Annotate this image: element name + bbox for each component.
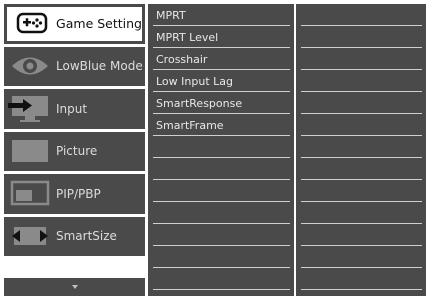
option-row [301,246,422,268]
submenu-item-empty [153,268,290,290]
picture-icon [4,132,56,172]
pip-icon [4,174,56,214]
menu-item-label: LowBlue Mode [56,59,143,74]
menu-item-label: PIP/PBP [56,186,101,201]
option-row [301,48,422,70]
scroll-down-button[interactable] [4,278,145,296]
submenu-item-empty [153,202,290,224]
submenu-item-empty [153,180,290,202]
main-menu: Game Setting LowBlue Mode Input Picture … [4,4,145,296]
option-row [301,158,422,180]
option-row [301,4,422,26]
menu-item-smartsize[interactable]: SmartSize [4,216,145,257]
submenu-item-empty [153,136,290,158]
menu-item-label: Input [56,101,88,116]
menu-item-pip-pbp[interactable]: PIP/PBP [4,174,145,214]
menu-item-label: Picture [56,144,98,159]
submenu-item-empty [153,246,290,268]
submenu-label: Crosshair [156,53,208,66]
option-row [301,136,422,158]
submenu-item-mprt[interactable]: MPRT [153,4,290,26]
submenu-item-mprt-level[interactable]: MPRT Level [153,26,290,48]
osd-menu: Game Setting LowBlue Mode Input Picture … [4,4,426,296]
gamepad-icon [7,7,56,41]
submenu-panel: MPRT MPRT Level Crosshair Low Input Lag … [148,4,294,296]
menu-item-game-setting[interactable]: Game Setting [4,4,145,44]
menu-item-input[interactable]: Input [4,89,145,129]
option-row [301,92,422,114]
submenu-label: SmartFrame [156,119,224,132]
input-icon [4,89,56,129]
smartsize-icon [4,217,56,257]
option-row [301,180,422,202]
option-row [301,224,422,246]
menu-item-label: Game Setting [56,16,142,32]
submenu-item-empty [153,158,290,180]
menu-item-lowblue-mode[interactable]: LowBlue Mode [4,46,145,87]
eye-icon [4,47,56,87]
submenu-label: Low Input Lag [156,75,233,88]
submenu-item-empty [153,224,290,246]
option-row [301,268,422,290]
submenu-item-low-input-lag[interactable]: Low Input Lag [153,70,290,92]
option-row [301,26,422,48]
option-row [301,70,422,92]
submenu-item-crosshair[interactable]: Crosshair [153,48,290,70]
submenu-label: MPRT Level [156,31,219,44]
scroll-down-icon [71,285,78,289]
options-panel [296,4,426,296]
menu-item-label: SmartSize [56,229,117,244]
submenu-item-smartresponse[interactable]: SmartResponse [153,92,290,114]
submenu-label: MPRT [156,9,186,22]
submenu-label: SmartResponse [156,97,243,110]
submenu-item-smartframe[interactable]: SmartFrame [153,114,290,136]
option-row [301,114,422,136]
menu-item-picture[interactable]: Picture [4,131,145,172]
option-row [301,202,422,224]
